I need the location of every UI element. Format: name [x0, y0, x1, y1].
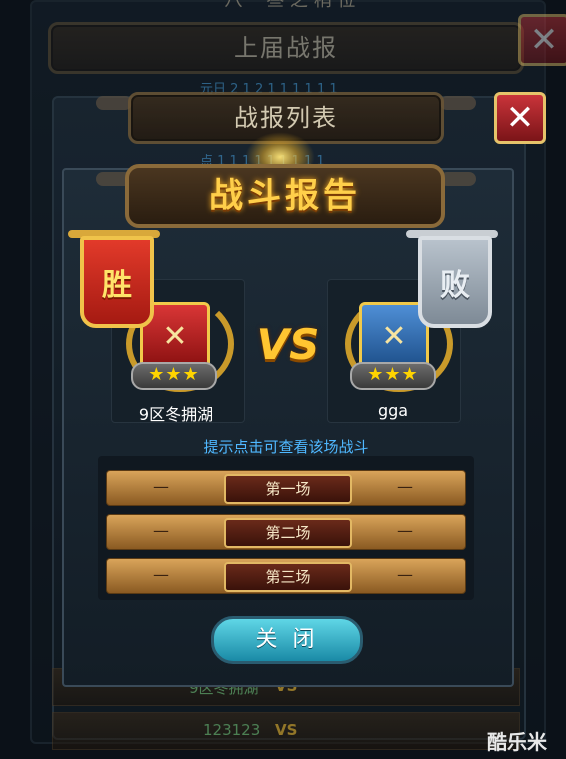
defeat-banner: 败	[418, 236, 492, 328]
close-icon: ✕	[529, 20, 559, 60]
battle-label[interactable]: 第三场	[224, 562, 352, 592]
list-item-vs: VS	[275, 721, 298, 739]
crossed-swords-icon: ✕	[381, 318, 407, 354]
battle-row-1[interactable]: — 第一场 —	[106, 470, 466, 506]
chain-decoration	[440, 96, 476, 110]
left-player-name: 9区冬拥湖	[138, 405, 214, 424]
vs-label: VS	[256, 320, 320, 369]
left-stars: ★★★	[131, 362, 217, 390]
battle-label[interactable]: 第二场	[224, 518, 352, 548]
battle-label[interactable]: 第一场	[224, 474, 352, 504]
top-faded-title: 八一 叁 之 稍 位	[224, 0, 356, 11]
battle-left-result: —	[153, 521, 169, 540]
view-battle-hint: 提示点击可查看该场战斗	[203, 438, 369, 456]
right-stars: ★★★	[350, 362, 436, 390]
battle-row-3[interactable]: — 第三场 —	[106, 558, 466, 594]
close-icon: ✕	[505, 98, 535, 138]
defeat-label: 败	[440, 268, 470, 303]
victory-banner: 胜	[80, 236, 154, 328]
right-player-name: gga	[377, 401, 409, 420]
victory-label: 胜	[102, 268, 132, 303]
battle-left-result: —	[153, 565, 169, 584]
battle-row-2[interactable]: — 第二场 —	[106, 514, 466, 550]
list-item-name: 123123	[203, 721, 261, 739]
battle-right-result: —	[397, 565, 413, 584]
chain-decoration	[96, 96, 132, 110]
watermark: 酷乐米	[487, 730, 547, 754]
previous-report-title: 上届战报	[48, 22, 524, 74]
list-item[interactable]: 123123 VS	[52, 712, 520, 750]
close-button[interactable]: 关 闭	[211, 616, 363, 664]
battle-left-result: —	[153, 477, 169, 496]
battle-right-result: —	[397, 477, 413, 496]
battle-report-title: 战斗报告	[125, 164, 445, 228]
chain-decoration	[440, 172, 476, 186]
previous-report-close-button[interactable]: ✕	[518, 14, 566, 66]
battle-right-result: —	[397, 521, 413, 540]
report-list-close-button[interactable]: ✕	[494, 92, 546, 144]
crossed-swords-icon: ✕	[162, 318, 188, 354]
